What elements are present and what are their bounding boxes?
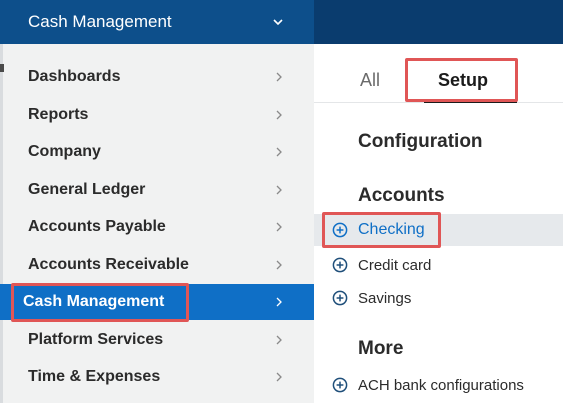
annotation-frame-checking	[322, 212, 441, 248]
chevron-right-icon	[276, 260, 282, 270]
add-circle-icon	[332, 290, 348, 306]
link-ach-bank-configurations[interactable]: ACH bank configurations	[314, 369, 563, 401]
annotation-frame-setup	[405, 58, 518, 102]
chevron-right-icon	[276, 372, 282, 382]
module-selector-label: Cash Management	[28, 12, 172, 31]
chevron-right-icon	[276, 222, 282, 232]
link-credit-card[interactable]: Credit card	[314, 249, 563, 281]
menu-item-label: Accounts Payable	[28, 218, 166, 235]
background-page-sliver	[0, 306, 4, 314]
annotation-frame-cash-management	[11, 283, 189, 322]
section-more: More	[358, 338, 404, 359]
module-selector[interactable]: Cash Management	[0, 0, 314, 44]
menu-item-general-ledger[interactable]: General Ledger	[0, 172, 314, 208]
menu-item-dashboards[interactable]: Dashboards	[0, 59, 314, 95]
chevron-right-icon	[276, 72, 282, 82]
chevron-right-icon	[276, 335, 282, 345]
menu-item-label: Dashboards	[28, 68, 121, 85]
menu-item-label: Accounts Receivable	[28, 256, 189, 273]
link-label: Savings	[358, 289, 412, 307]
top-bar: Cash Management	[0, 0, 563, 44]
section-configuration[interactable]: Configuration	[358, 131, 483, 153]
menu-item-company[interactable]: Company	[0, 134, 314, 170]
submenu-panel: All Setup Configuration Accounts Checkin…	[314, 44, 563, 403]
menu-item-accounts-payable[interactable]: Accounts Payable	[0, 209, 314, 245]
menu-item-reports[interactable]: Reports	[0, 97, 314, 133]
link-savings[interactable]: Savings	[314, 282, 563, 314]
menu-item-label: Reports	[28, 106, 89, 123]
menu-item-platform-services[interactable]: Platform Services	[0, 322, 314, 358]
chevron-down-icon	[273, 19, 283, 26]
menu-item-accounts-receivable[interactable]: Accounts Receivable	[0, 247, 314, 283]
tab-all[interactable]: All	[360, 70, 380, 91]
menu-item-label: Company	[28, 143, 101, 160]
add-circle-icon	[332, 257, 348, 273]
menu-item-time-expenses[interactable]: Time & Expenses	[0, 359, 314, 395]
link-label: Credit card	[358, 256, 432, 274]
section-accounts: Accounts	[358, 185, 445, 206]
module-menu: Dashboards Reports Company General Ledge…	[0, 44, 314, 403]
menu-item-label: General Ledger	[28, 181, 146, 198]
chevron-right-icon	[276, 297, 282, 307]
menu-item-label: Time & Expenses	[28, 368, 161, 385]
chevron-right-icon	[276, 110, 282, 120]
menu-item-label: Platform Services	[28, 331, 164, 348]
link-label: ACH bank configurations	[358, 376, 524, 394]
chevron-right-icon	[276, 185, 282, 195]
chevron-right-icon	[276, 147, 282, 157]
add-circle-icon	[332, 377, 348, 393]
background-page-sliver	[0, 64, 4, 72]
